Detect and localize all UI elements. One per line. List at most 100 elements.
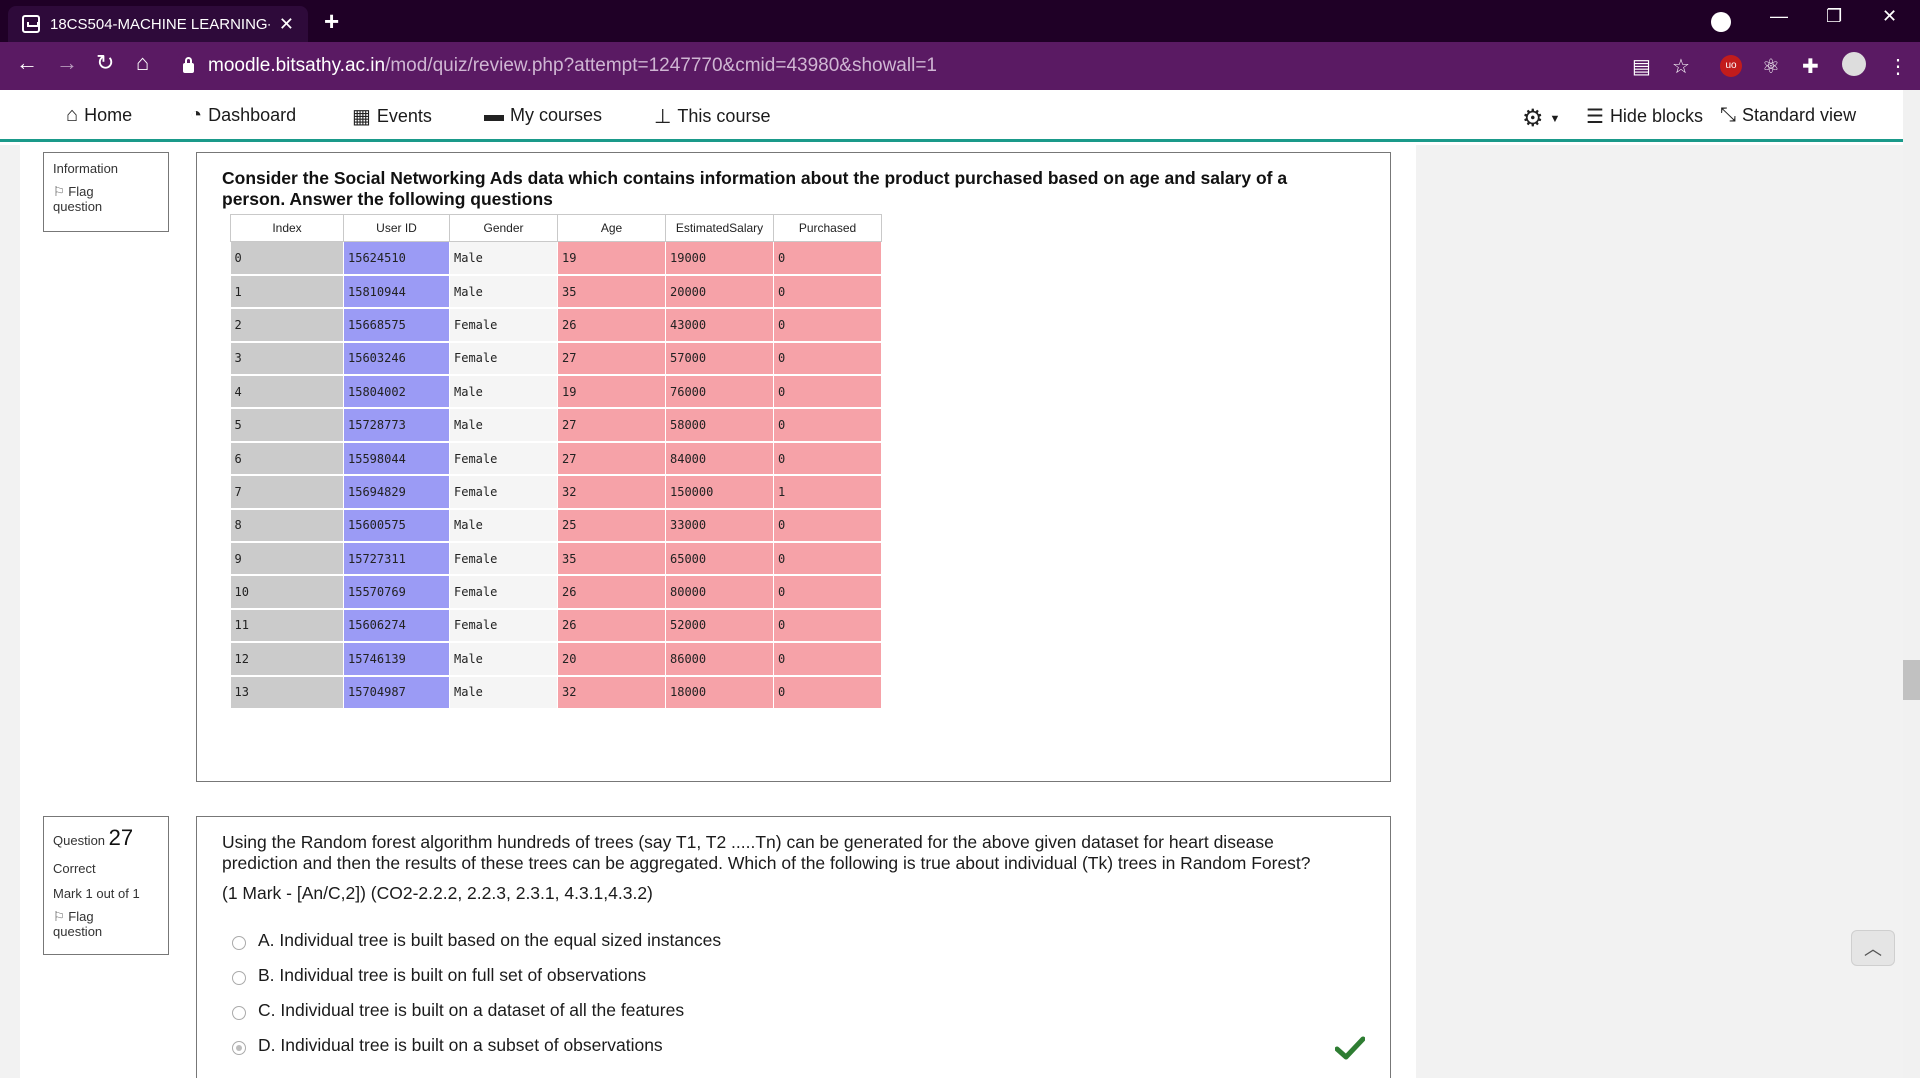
cell-age: 19 (557, 375, 666, 410)
restore-icon[interactable]: ❐ (1826, 6, 1842, 27)
new-tab-button[interactable]: + (324, 6, 339, 37)
page-scrollbar[interactable] (1903, 90, 1920, 1078)
left-gutter (0, 145, 20, 1078)
cell-index: 6 (230, 441, 344, 477)
cell-user-id: 15606274 (343, 608, 450, 644)
back-icon[interactable]: ← (16, 50, 38, 76)
option-b-label: B. Individual tree is built on full set … (258, 965, 647, 985)
cell-salary: 18000 (665, 675, 774, 710)
cell-gender: Male (449, 675, 558, 710)
address-toolbar: ← → ↻ ⌂ moodle.bitsathy.ac.in/mod/quiz/r… (0, 42, 1920, 90)
col-header-gender: Gender (449, 214, 558, 242)
table-row: 9 15727311 Female 35 65000 0 (230, 542, 882, 577)
option-b[interactable]: B. Individual tree is built on full set … (232, 965, 646, 986)
cell-index: 2 (230, 308, 344, 343)
moodle-favicon-icon (22, 15, 40, 33)
tab-title: 18CS504-MACHINE LEARNING-2 (50, 15, 270, 33)
cell-age: 35 (557, 542, 666, 577)
minimize-icon[interactable]: — (1770, 6, 1788, 27)
cell-age: 25 (557, 508, 666, 544)
col-header-age: Age (557, 214, 666, 242)
option-d[interactable]: D. Individual tree is built on a subset … (232, 1035, 663, 1056)
radio-c[interactable] (232, 1005, 246, 1020)
close-tab-icon[interactable]: ✕ (279, 14, 294, 35)
browser-menu-icon[interactable]: ⋮ (1888, 54, 1908, 79)
cell-age: 19 (557, 241, 666, 276)
bookmark-star-icon[interactable]: ☆ (1672, 54, 1690, 79)
forward-icon[interactable]: → (56, 50, 78, 76)
q27-text-line2: prediction and then the results of these… (222, 853, 1311, 873)
table-row: 2 15668575 Female 26 43000 0 (230, 308, 882, 343)
option-c[interactable]: C. Individual tree is built on a dataset… (232, 1000, 684, 1021)
col-header-user-id: User ID (343, 214, 450, 242)
cell-index: 11 (230, 608, 344, 644)
extensions-puzzle-icon[interactable]: ✚ (1802, 54, 1819, 79)
profile-avatar[interactable] (1842, 52, 1866, 76)
cell-user-id: 15727311 (343, 542, 450, 577)
question-number-line: Question 27 (53, 825, 159, 851)
flag-question-link[interactable]: ⚐ Flag question (53, 184, 159, 214)
cell-user-id: 15603246 (343, 341, 450, 377)
cell-salary: 86000 (665, 642, 774, 677)
flag-label: Flag (68, 909, 94, 924)
option-c-label: C. Individual tree is built on a dataset… (258, 1000, 685, 1020)
standard-view-button[interactable]: ⤡ Standard view (1720, 104, 1856, 127)
flag-icon: ⚐ (53, 184, 65, 199)
hide-blocks-label: Hide blocks (1609, 106, 1703, 126)
table-row: 1 15810944 Male 35 20000 0 (230, 274, 882, 310)
radio-a[interactable] (232, 935, 246, 950)
cell-purchased: 0 (773, 241, 882, 276)
cell-purchased: 0 (773, 575, 882, 610)
col-header-index: Index (230, 214, 344, 242)
nav-dashboard[interactable]: ◔ Dashboard (190, 104, 296, 127)
cell-age: 32 (557, 475, 666, 510)
nav-this-course[interactable]: ⊥ This course (654, 104, 770, 129)
cell-purchased: 0 (773, 274, 882, 310)
cell-index: 13 (230, 675, 344, 710)
flag-label: Flag (68, 184, 94, 199)
cell-user-id: 15624510 (343, 241, 450, 276)
dataset-table: Index User ID Gender Age EstimatedSalary… (230, 214, 882, 710)
cell-user-id: 15694829 (343, 475, 450, 510)
info-text-line1: Consider the Social Networking Ads data … (222, 168, 1288, 188)
cell-purchased: 0 (773, 542, 882, 577)
calendar-icon: ▦ (352, 106, 371, 128)
flag-question-link-27[interactable]: ⚐ Flag question (53, 909, 159, 939)
react-devtools-icon[interactable]: ⚛ (1762, 54, 1780, 79)
cell-index: 9 (230, 542, 344, 577)
nav-events[interactable]: ▦ Events (352, 104, 432, 129)
radio-d-selected[interactable] (232, 1040, 246, 1055)
close-window-icon[interactable]: ✕ (1882, 6, 1897, 27)
url-field[interactable]: moodle.bitsathy.ac.in/mod/quiz/review.ph… (175, 48, 1705, 84)
cell-index: 8 (230, 508, 344, 544)
download-icon[interactable] (1711, 12, 1731, 32)
radio-b[interactable] (232, 970, 246, 985)
option-a[interactable]: A. Individual tree is built based on the… (232, 930, 721, 951)
ublock-extension-icon[interactable]: uo (1720, 55, 1742, 77)
back-to-top-button[interactable]: ︿ (1851, 930, 1895, 966)
option-d-label: D. Individual tree is built on a subset … (258, 1035, 663, 1055)
nav-my-courses[interactable]: ▬ My courses (484, 104, 602, 127)
reload-icon[interactable]: ↻ (96, 50, 114, 76)
cell-purchased: 0 (773, 675, 882, 710)
hide-blocks-button[interactable]: ☰ Hide blocks (1586, 104, 1703, 129)
home-browser-icon[interactable]: ⌂ (136, 50, 149, 76)
settings-menu[interactable]: ⚙ ▼ (1522, 104, 1560, 133)
col-header-salary: EstimatedSalary (665, 214, 774, 242)
nav-home[interactable]: ⌂ Home (66, 104, 132, 127)
sitemap-icon: ⊥ (654, 106, 672, 128)
scrollbar-thumb[interactable] (1903, 660, 1920, 700)
browser-tab[interactable]: 18CS504-MACHINE LEARNING-2 ✕ (8, 6, 308, 42)
cell-age: 20 (557, 642, 666, 677)
cell-salary: 57000 (665, 341, 774, 377)
cell-gender: Male (449, 241, 558, 276)
cell-user-id: 15810944 (343, 274, 450, 310)
cell-user-id: 15668575 (343, 308, 450, 343)
outdent-icon: ☰ (1586, 106, 1604, 128)
cell-user-id: 15598044 (343, 441, 450, 477)
cell-purchased: 0 (773, 608, 882, 644)
table-row: 13 15704987 Male 32 18000 0 (230, 675, 882, 710)
cell-user-id: 15570769 (343, 575, 450, 610)
cell-index: 12 (230, 642, 344, 677)
reader-mode-icon[interactable]: ▤ (1632, 54, 1651, 79)
